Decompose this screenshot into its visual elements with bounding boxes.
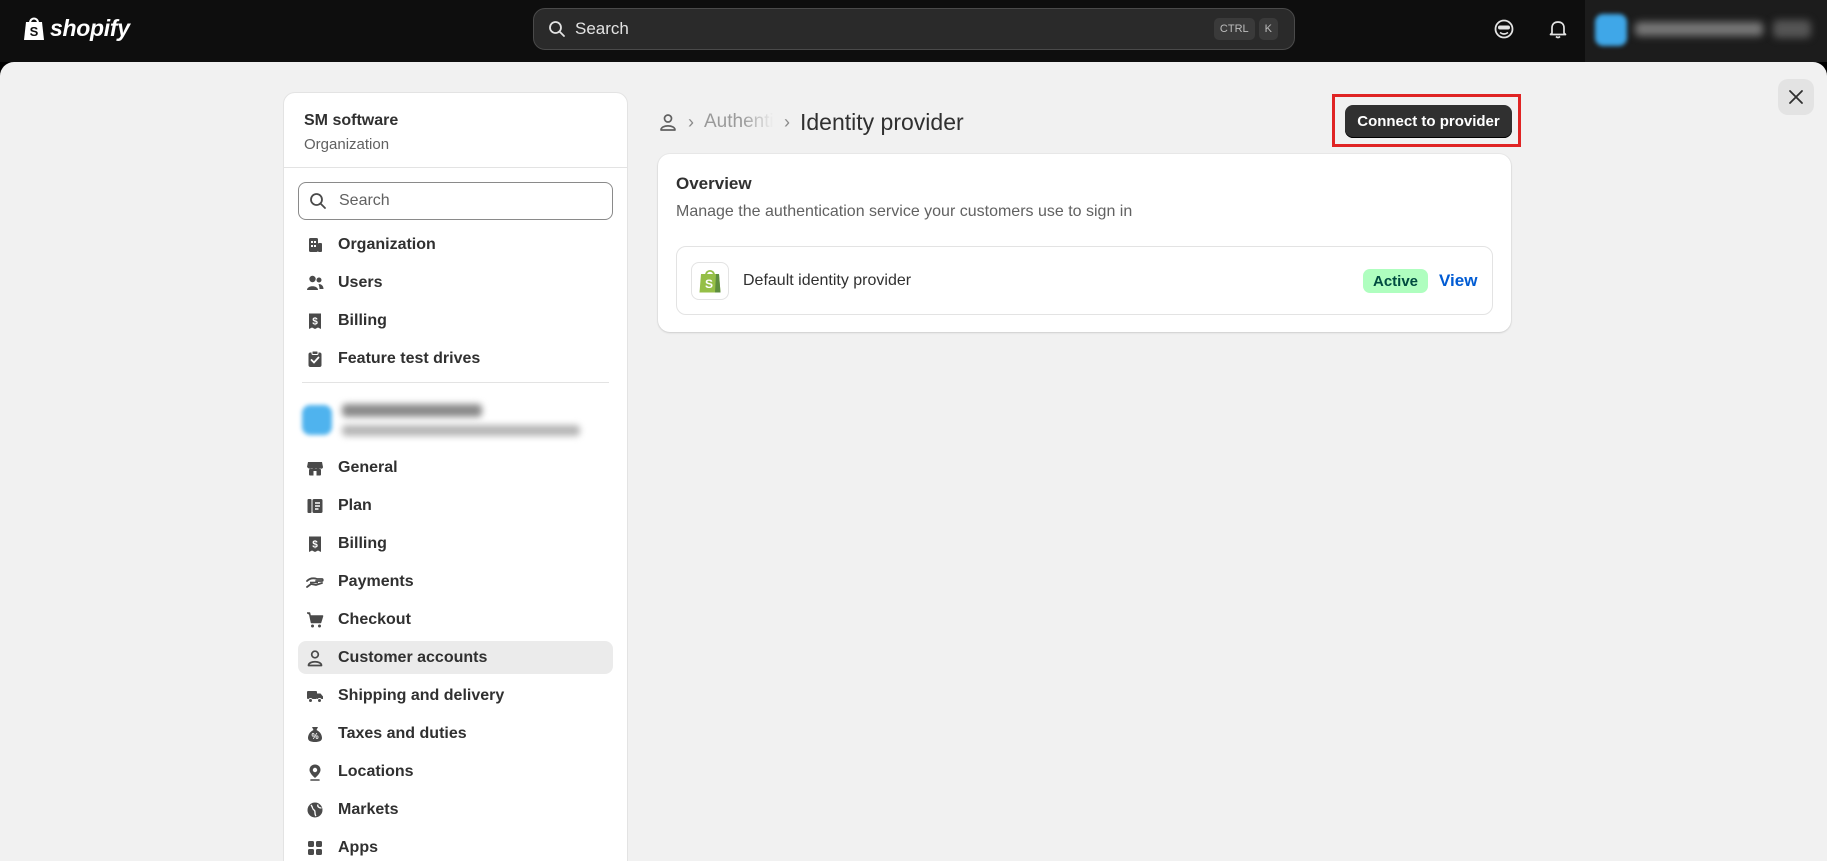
status-badge: Active <box>1363 269 1429 293</box>
page-title: Identity provider <box>800 108 964 135</box>
kbd-k: K <box>1258 18 1278 40</box>
store-avatar <box>1595 14 1627 46</box>
sidebar-item-general[interactable]: General <box>298 451 613 484</box>
svg-text:S: S <box>30 24 39 39</box>
sidebar-item-label: Organization <box>338 235 436 253</box>
store-details-redacted <box>342 404 580 436</box>
provider-name: Default identity provider <box>743 271 912 289</box>
store-icon <box>306 459 324 477</box>
settings-sidebar: SM software Organization Search Organiza… <box>283 92 628 861</box>
sidebar-item-label: Shipping and delivery <box>338 686 505 704</box>
person-icon <box>306 649 324 667</box>
svg-text:%: % <box>311 732 318 741</box>
organization-type: Organization <box>304 136 390 153</box>
chevron-right-icon: › <box>784 111 790 132</box>
svg-text:S: S <box>705 277 713 291</box>
search-icon <box>310 193 326 209</box>
store-avatar <box>302 405 332 435</box>
global-search-placeholder: Search <box>575 19 629 38</box>
store-selector[interactable] <box>298 395 613 445</box>
search-icon <box>549 21 565 37</box>
bell-icon[interactable] <box>1546 17 1570 41</box>
sidebar-item-customer-accounts[interactable]: Customer accounts <box>298 641 613 674</box>
store-switcher[interactable] <box>1585 0 1827 62</box>
highlight-box: Connect to provider <box>1332 94 1521 147</box>
receipt-icon: $ <box>306 312 324 330</box>
sidebar-item-checkout[interactable]: Checkout <box>298 603 613 636</box>
payments-icon <box>306 573 324 591</box>
sidebar-item-taxes[interactable]: % Taxes and duties <box>298 717 613 750</box>
store-initials-redacted <box>1773 20 1811 38</box>
person-icon[interactable] <box>658 112 678 132</box>
sidebar-item-label: Users <box>338 273 383 291</box>
sidebar-item-locations[interactable]: Locations <box>298 755 613 788</box>
identity-provider-row: S Default identity provider Active View <box>676 246 1493 315</box>
plan-icon <box>306 497 324 515</box>
organization-name: SM software <box>304 112 399 129</box>
sidebar-item-label: Billing <box>338 311 387 329</box>
sidebar-item-label: Checkout <box>338 610 411 628</box>
store-name-redacted <box>1635 22 1763 36</box>
sidebar-item-shipping[interactable]: Shipping and delivery <box>298 679 613 712</box>
cart-icon <box>306 611 324 629</box>
shopify-bag-icon: S <box>24 17 44 40</box>
apps-icon <box>306 839 324 857</box>
breadcrumb: › Authentication › Identity provider <box>658 102 964 142</box>
svg-text:$: $ <box>312 539 318 550</box>
sidebar-divider <box>302 382 609 383</box>
sidebar-item-users[interactable]: Users <box>298 266 613 299</box>
overview-description: Manage the authentication service your c… <box>676 203 1133 220</box>
sidebar-item-apps[interactable]: Apps <box>298 831 613 861</box>
breadcrumb-parent-link[interactable]: Authentication <box>704 111 774 133</box>
settings-search-input[interactable]: Search <box>298 182 613 220</box>
sidebar-item-label: Taxes and duties <box>338 724 467 742</box>
sidebar-item-feature-test-drives[interactable]: Feature test drives <box>298 342 613 375</box>
sidebar-item-org-billing[interactable]: $ Billing <box>298 304 613 337</box>
sidebar-item-billing[interactable]: $ Billing <box>298 527 613 560</box>
shopify-bag-icon: S <box>691 261 729 300</box>
tax-icon: % <box>306 725 324 743</box>
sidebar-item-label: General <box>338 458 398 476</box>
sidebar-item-payments[interactable]: Payments <box>298 565 613 598</box>
globe-icon <box>306 801 324 819</box>
store-domain-redacted <box>342 425 580 436</box>
building-icon <box>306 236 324 254</box>
receipt-icon: $ <box>306 535 324 553</box>
global-search-bar[interactable]: Search CTRL K <box>533 8 1295 50</box>
sidebar-item-organization[interactable]: Organization <box>298 228 613 261</box>
sidebar-item-label: Apps <box>338 838 378 856</box>
location-icon <box>306 763 324 781</box>
sidebar-item-label: Customer accounts <box>338 648 488 666</box>
sidebar-item-label: Markets <box>338 800 399 818</box>
sidebar-item-plan[interactable]: Plan <box>298 489 613 522</box>
sidebar-item-label: Plan <box>338 496 372 514</box>
truck-icon <box>306 687 324 705</box>
sidebar-item-label: Payments <box>338 572 414 590</box>
sidekick-icon[interactable] <box>1492 17 1516 41</box>
sidebar-item-label: Locations <box>338 762 414 780</box>
clipboard-check-icon <box>306 350 324 368</box>
close-icon <box>1789 90 1803 104</box>
close-settings-button[interactable] <box>1778 79 1814 115</box>
overview-card: Overview Manage the authentication servi… <box>658 154 1511 332</box>
settings-panel: SM software Organization Search Organiza… <box>0 62 1827 861</box>
shortcut-hint: CTRL K <box>1213 18 1278 40</box>
users-icon <box>306 274 324 292</box>
connect-to-provider-button[interactable]: Connect to provider <box>1345 105 1512 138</box>
shopify-logo[interactable]: S shopify <box>22 14 130 42</box>
overview-title: Overview <box>676 174 752 193</box>
store-name-redacted <box>342 404 482 417</box>
view-provider-link[interactable]: View <box>1439 269 1477 293</box>
sidebar-item-label: Billing <box>338 534 387 552</box>
top-bar: S shopify Search CTRL K <box>0 0 1827 62</box>
settings-search-placeholder: Search <box>339 192 390 209</box>
logo-text: shopify <box>50 14 130 41</box>
chevron-right-icon: › <box>688 111 694 132</box>
svg-text:$: $ <box>312 316 318 327</box>
organization-header[interactable]: SM software Organization <box>284 93 627 168</box>
sidebar-item-markets[interactable]: Markets <box>298 793 613 826</box>
sidebar-item-label: Feature test drives <box>338 349 481 367</box>
kbd-ctrl: CTRL <box>1213 18 1255 40</box>
